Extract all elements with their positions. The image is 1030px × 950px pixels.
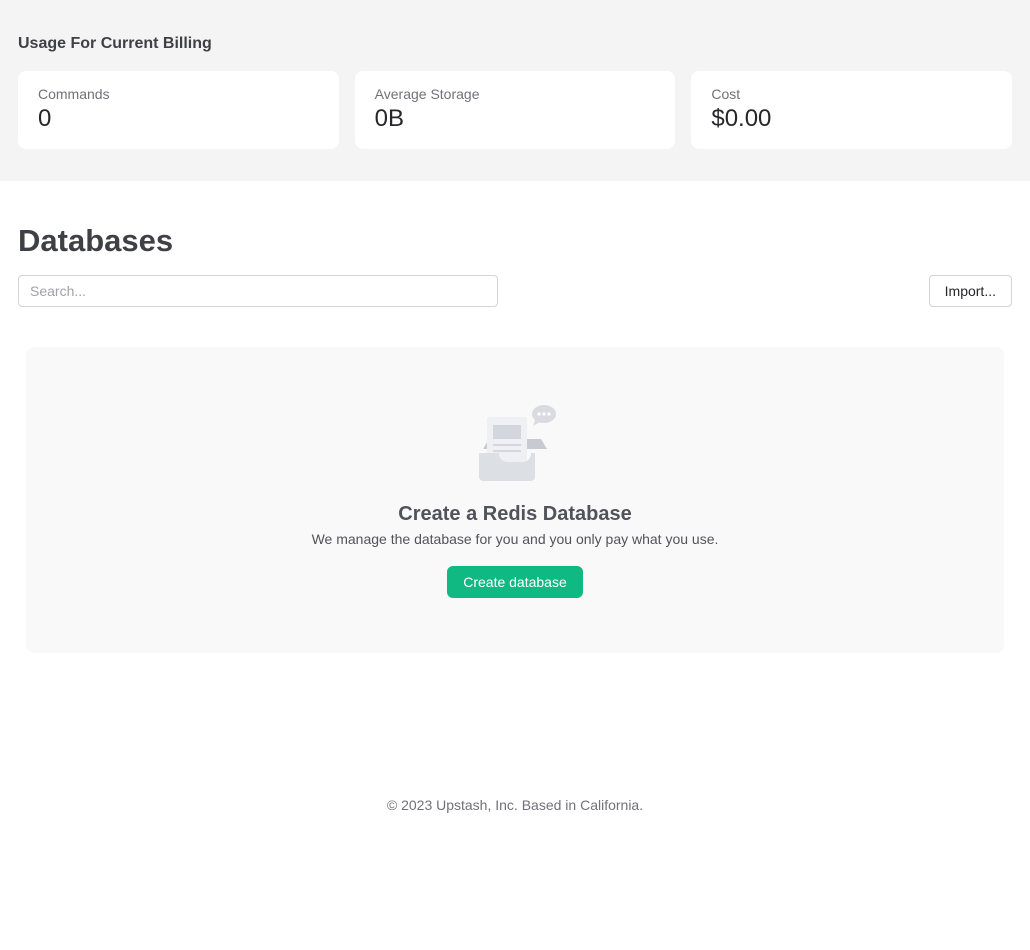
usage-section: Usage For Current Billing Commands 0 Ave…: [0, 0, 1030, 181]
databases-toolbar: Import...: [18, 275, 1012, 307]
card-label: Commands: [38, 86, 110, 102]
search-input[interactable]: [18, 275, 498, 307]
card-label: Cost: [711, 86, 741, 102]
databases-section: Databases Import... Create a Redis Datab…: [0, 181, 1030, 653]
usage-cards: Commands 0 Average Storage 0B Cost $0.00: [18, 71, 1013, 149]
card-value: 0B: [374, 105, 405, 132]
inbox-chat-icon: [479, 405, 556, 481]
card-value: 0: [38, 105, 52, 132]
empty-state-title: Create a Redis Database: [398, 503, 632, 525]
usage-title: Usage For Current Billing: [18, 35, 212, 52]
empty-state: Create a Redis Database We manage the da…: [26, 347, 1004, 653]
footer: © 2023 Upstash, Inc. Based in California…: [386, 797, 644, 813]
card-label: Average Storage: [374, 86, 480, 102]
usage-card-cost: Cost $0.00: [691, 71, 1013, 149]
page-title: Databases: [18, 223, 174, 258]
empty-state-description: We manage the database for you and you o…: [311, 531, 719, 547]
usage-card-storage: Average Storage 0B: [354, 71, 676, 149]
card-value: $0.00: [711, 105, 772, 132]
create-database-button[interactable]: Create database: [447, 566, 583, 598]
usage-card-commands: Commands 0: [18, 71, 339, 149]
import-button[interactable]: Import...: [928, 275, 1012, 307]
